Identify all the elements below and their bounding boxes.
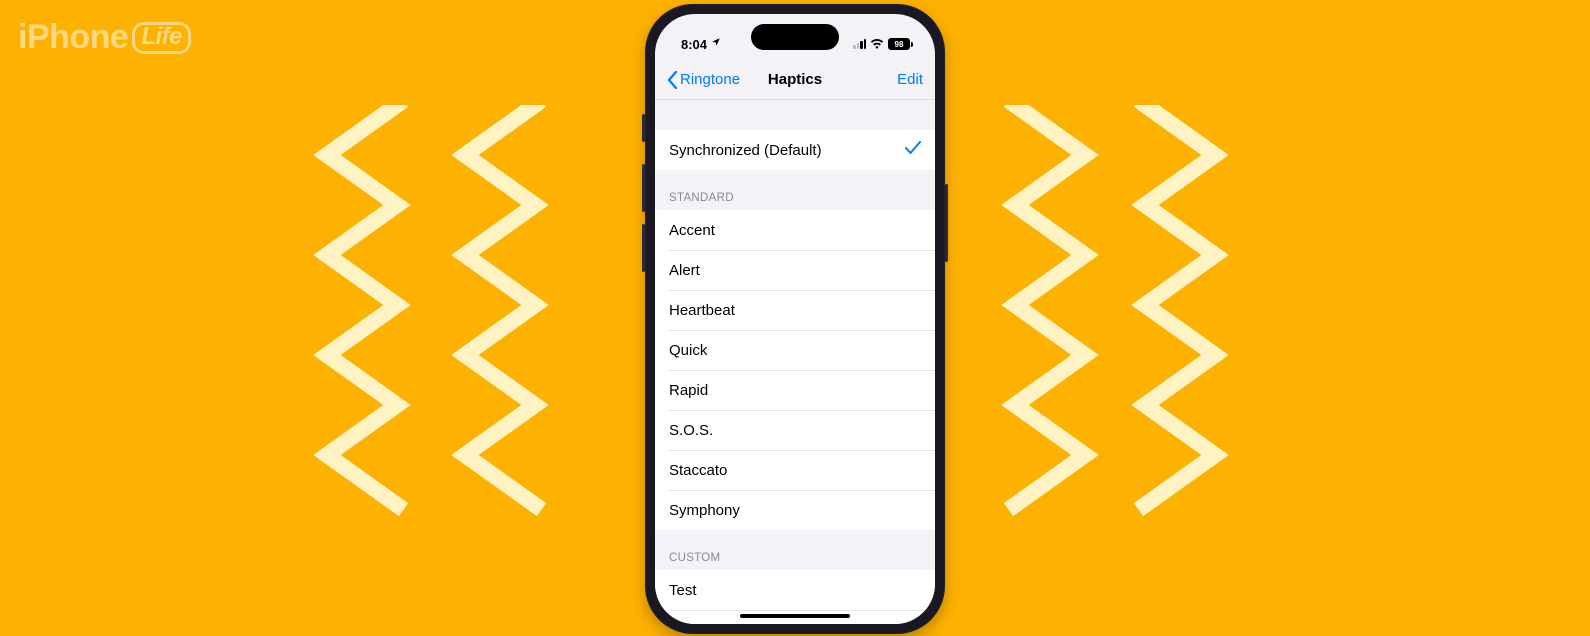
cellular-icon xyxy=(853,39,866,49)
decoration-zigzag xyxy=(1120,105,1240,525)
watermark-suffix: Life xyxy=(132,22,191,54)
list-item[interactable]: Symphony xyxy=(655,490,935,530)
list-item-label: Test xyxy=(669,582,697,599)
list-item-label: Accent xyxy=(669,222,715,239)
location-icon xyxy=(711,37,721,50)
decoration-zigzag xyxy=(302,105,422,525)
chevron-left-icon xyxy=(667,71,678,89)
phone-side-button xyxy=(642,164,645,212)
list-item-label: Rapid xyxy=(669,382,708,399)
list-item[interactable]: Test xyxy=(655,570,935,610)
standard-group: STANDARD Accent Alert Heartbeat Quick Ra… xyxy=(655,192,935,530)
battery-level: 98 xyxy=(888,38,910,50)
dynamic-island xyxy=(751,24,839,50)
phone-frame: 8:04 98 Ringt xyxy=(645,4,945,634)
chevron-right-icon xyxy=(913,622,921,625)
list-item[interactable]: Staccato xyxy=(655,450,935,490)
phone-side-button xyxy=(642,114,645,142)
list-item-label: Symphony xyxy=(669,502,740,519)
status-time-group: 8:04 xyxy=(681,37,721,52)
decoration-zigzag xyxy=(440,105,560,525)
list-item[interactable]: S.O.S. xyxy=(655,410,935,450)
status-time: 8:04 xyxy=(681,37,707,52)
list-item-label: Create New Vibration xyxy=(669,622,811,625)
watermark-prefix: iPhone xyxy=(18,18,128,57)
list-item-label: Staccato xyxy=(669,462,727,479)
list-item[interactable]: Alert xyxy=(655,250,935,290)
list-item-label: Quick xyxy=(669,342,707,359)
watermark-logo: iPhone Life xyxy=(18,18,191,57)
phone-screen: 8:04 98 Ringt xyxy=(655,14,935,624)
wifi-icon xyxy=(870,37,884,52)
list-item[interactable]: Quick xyxy=(655,330,935,370)
group-header: STANDARD xyxy=(655,192,935,210)
list-item-label: Heartbeat xyxy=(669,302,735,319)
list-item-label: Alert xyxy=(669,262,700,279)
battery-icon: 98 xyxy=(888,38,913,50)
list-item[interactable]: Rapid xyxy=(655,370,935,410)
list-item[interactable]: Heartbeat xyxy=(655,290,935,330)
list-item[interactable]: Accent xyxy=(655,210,935,250)
decoration-zigzag xyxy=(990,105,1110,525)
phone-side-button xyxy=(642,224,645,272)
phone-side-button xyxy=(945,184,948,262)
status-right-group: 98 xyxy=(853,37,913,52)
default-group: Synchronized (Default) xyxy=(655,130,935,170)
nav-bar: Ringtone Haptics Edit xyxy=(655,60,935,100)
settings-content[interactable]: Synchronized (Default) STANDARD Accent A… xyxy=(655,100,935,624)
back-label: Ringtone xyxy=(680,71,740,88)
list-item[interactable]: Synchronized (Default) xyxy=(655,130,935,170)
checkmark-icon xyxy=(905,141,921,159)
list-item-label: S.O.S. xyxy=(669,422,713,439)
edit-button[interactable]: Edit xyxy=(897,71,923,88)
list-item-label: Synchronized (Default) xyxy=(669,142,822,159)
page-title: Haptics xyxy=(768,71,822,88)
group-header: CUSTOM xyxy=(655,552,935,570)
back-button[interactable]: Ringtone xyxy=(667,71,740,89)
home-indicator[interactable] xyxy=(740,614,850,618)
